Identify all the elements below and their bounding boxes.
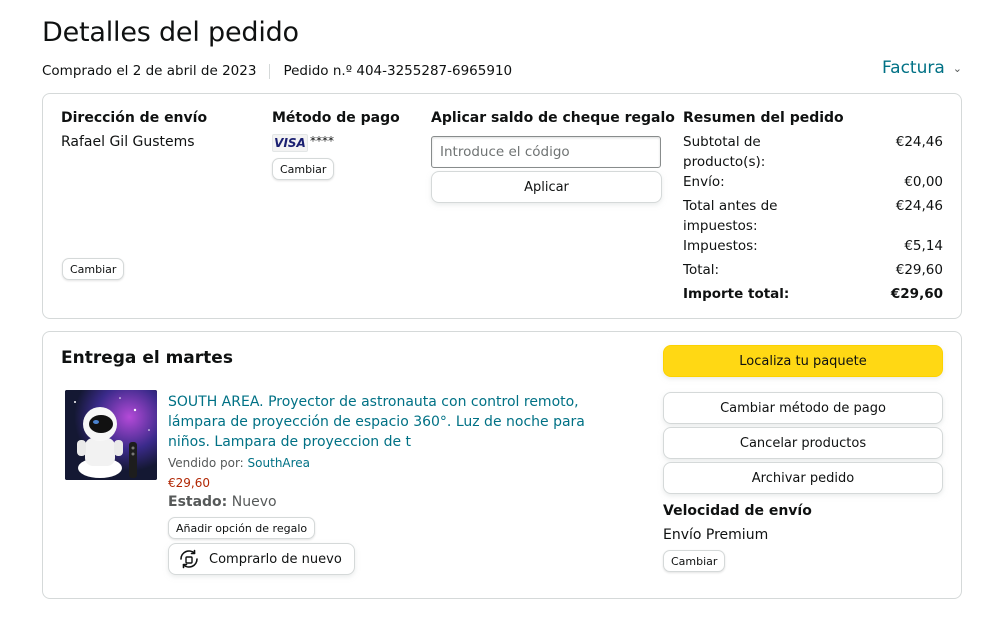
invoice-dropdown[interactable]: Factura ⌄ bbox=[882, 58, 962, 78]
summary-label: Total antes de impuestos: bbox=[683, 198, 778, 234]
summary-label: Total: bbox=[683, 262, 720, 278]
condition-value: Nuevo bbox=[231, 494, 277, 510]
change-address-button[interactable]: Cambiar bbox=[62, 258, 125, 280]
summary-row-shipping: Envío: €0,00 bbox=[683, 172, 943, 192]
summary-label: Importe total: bbox=[683, 286, 790, 302]
summary-row-pretax: Total antes de impuestos: €24,46 bbox=[683, 196, 943, 236]
summary-label: Impuestos: bbox=[683, 238, 758, 254]
condition-label: Estado: bbox=[168, 494, 228, 510]
order-info-box: Dirección de envío Rafael Gil Gustems Ca… bbox=[42, 93, 962, 319]
buy-again-icon bbox=[180, 549, 198, 569]
shipping-speed-title: Velocidad de envío bbox=[663, 503, 812, 519]
summary-value: €24,46 bbox=[895, 134, 943, 150]
shipping-address-title: Dirección de envío bbox=[61, 110, 208, 126]
purchase-date: Comprado el 2 de abril de 2023 bbox=[42, 63, 257, 79]
payment-method-title: Método de pago bbox=[272, 110, 400, 126]
order-meta: Comprado el 2 de abril de 2023 Pedido n.… bbox=[42, 63, 512, 79]
summary-value: €29,60 bbox=[890, 286, 943, 302]
gift-card-title: Aplicar saldo de cheque regalo bbox=[431, 110, 675, 126]
summary-row-total: Total: €29,60 bbox=[683, 260, 943, 280]
shipping-speed-value: Envío Premium bbox=[663, 527, 769, 543]
track-package-button[interactable]: Localiza tu paquete bbox=[663, 345, 943, 377]
chevron-down-icon: ⌄ bbox=[952, 61, 962, 75]
change-payment-button[interactable]: Cambiar bbox=[272, 158, 335, 180]
shipping-name: Rafael Gil Gustems bbox=[61, 134, 195, 150]
order-summary-title: Resumen del pedido bbox=[683, 110, 844, 126]
product-title-link[interactable]: SOUTH AREA. Proyector de astronauta con … bbox=[168, 392, 628, 452]
summary-value: €24,46 bbox=[895, 198, 943, 214]
sold-by: Vendido por: SouthArea bbox=[168, 456, 310, 470]
delivery-box: Entrega el martes SOUTH AREA. Proyector … bbox=[42, 331, 962, 599]
summary-value: €29,60 bbox=[895, 262, 943, 278]
visa-logo-icon: VISA bbox=[272, 134, 308, 152]
delivery-title: Entrega el martes bbox=[61, 348, 233, 368]
summary-row-tax: Impuestos: €5,14 bbox=[683, 236, 943, 256]
cancel-items-button[interactable]: Cancelar productos bbox=[663, 427, 943, 459]
sold-by-label: Vendido por: bbox=[168, 456, 244, 470]
apply-gift-card-button[interactable]: Aplicar bbox=[431, 171, 662, 203]
order-number: Pedido n.º 404-3255287-6965910 bbox=[283, 63, 513, 79]
buy-again-label: Comprarlo de nuevo bbox=[209, 551, 342, 567]
change-shipping-speed-button[interactable]: Cambiar bbox=[663, 550, 726, 572]
summary-label: Subtotal de producto(s): bbox=[683, 134, 766, 170]
summary-row-subtotal: Subtotal de producto(s): €24,46 bbox=[683, 132, 943, 172]
page-title: Detalles del pedido bbox=[42, 17, 299, 48]
add-gift-option-button[interactable]: Añadir opción de regalo bbox=[168, 517, 316, 539]
buy-again-button[interactable]: Comprarlo de nuevo bbox=[168, 543, 355, 575]
gift-card-code-input[interactable] bbox=[431, 136, 661, 168]
astronaut-projector-image bbox=[65, 390, 157, 480]
summary-label: Envío: bbox=[683, 174, 725, 190]
summary-value: €0,00 bbox=[904, 174, 943, 190]
product-price: €29,60 bbox=[168, 476, 210, 490]
change-payment-method-button[interactable]: Cambiar método de pago bbox=[663, 392, 943, 424]
summary-value: €5,14 bbox=[904, 238, 943, 254]
seller-link[interactable]: SouthArea bbox=[248, 456, 311, 470]
invoice-label: Factura bbox=[881, 58, 945, 78]
summary-row-grand-total: Importe total: €29,60 bbox=[683, 284, 943, 304]
product-thumbnail[interactable] bbox=[65, 390, 157, 480]
archive-order-button[interactable]: Archivar pedido bbox=[663, 462, 943, 494]
divider bbox=[269, 63, 271, 79]
product-condition: Estado: Nuevo bbox=[168, 494, 277, 510]
card-digits: **** bbox=[310, 134, 334, 148]
